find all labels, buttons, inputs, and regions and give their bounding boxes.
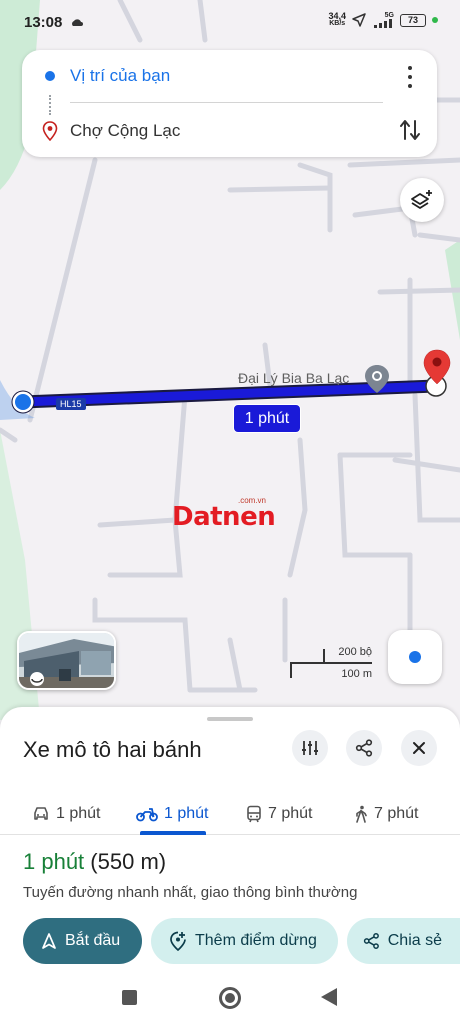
summary-distance: (550 m) xyxy=(90,849,167,874)
location-arrow-icon xyxy=(352,13,366,27)
destination-pin-icon[interactable] xyxy=(423,348,451,400)
motorbike-icon xyxy=(136,808,158,822)
route-duration-chip[interactable]: 1 phút xyxy=(233,404,301,433)
tab-motorbike-label: 1 phút xyxy=(164,805,209,822)
swap-icon[interactable] xyxy=(399,118,421,142)
add-location-icon xyxy=(170,931,186,951)
status-time: 13:08 xyxy=(24,13,63,31)
poi-marker-icon[interactable] xyxy=(364,364,390,394)
share-icon xyxy=(363,932,379,950)
cloud-icon xyxy=(72,18,84,26)
tab-walk[interactable]: 7 phút xyxy=(354,793,418,835)
share-icon xyxy=(355,739,373,757)
destination-field[interactable]: Chợ Cộng Lạc xyxy=(70,121,180,141)
network-type: 5G xyxy=(384,12,394,19)
sheet-drag-handle[interactable] xyxy=(207,717,253,721)
layers-icon xyxy=(411,190,432,209)
scale-top-label: 200 bộ xyxy=(338,646,372,658)
tab-transit[interactable]: 7 phút xyxy=(246,793,312,835)
tune-icon xyxy=(302,741,318,755)
battery-icon: 73 xyxy=(400,13,426,27)
share-route-button[interactable]: Chia sẻ xyxy=(347,918,460,964)
more-options-icon[interactable] xyxy=(403,66,417,88)
tab-motorbike[interactable]: 1 phút xyxy=(136,793,208,835)
navigation-arrow-icon xyxy=(42,933,56,949)
tab-transit-label: 7 phút xyxy=(268,805,313,822)
origin-marker xyxy=(11,390,35,414)
home-button[interactable] xyxy=(219,987,241,1009)
route-summary: 1 phút (550 m) xyxy=(23,849,166,875)
watermark-text: Datnen xyxy=(172,502,276,532)
route-card: Vị trí của bạn Chợ Cộng Lạc xyxy=(22,50,437,157)
car-icon xyxy=(34,807,48,820)
start-button[interactable]: Bắt đầu xyxy=(23,918,142,964)
net-speed: 34,4 xyxy=(328,11,346,21)
privacy-indicator xyxy=(432,17,438,23)
back-button[interactable] xyxy=(321,988,337,1006)
status-icons: 34,4 KB/s 5G 73 xyxy=(328,12,438,28)
summary-time: 1 phút xyxy=(23,849,85,874)
tab-car-label: 1 phút xyxy=(56,805,101,822)
location-dot-icon xyxy=(409,651,421,663)
destination-row[interactable]: Chợ Cộng Lạc xyxy=(22,105,437,157)
tab-walk-label: 7 phút xyxy=(374,805,419,822)
sheet-title: Xe mô tô hai bánh xyxy=(23,737,202,762)
signal-icon xyxy=(374,19,392,28)
share-route-label: Chia sẻ xyxy=(387,932,442,949)
status-bar: 13:08 34,4 KB/s 5G 73 xyxy=(0,0,460,44)
my-location-button[interactable] xyxy=(388,630,442,684)
layers-button[interactable] xyxy=(400,178,444,222)
route-divider xyxy=(70,102,383,103)
net-unit: KB/s xyxy=(329,20,346,27)
add-stop-button[interactable]: Thêm điểm dừng xyxy=(151,918,338,964)
tab-car[interactable]: 1 phút xyxy=(32,793,100,835)
travel-mode-tabs: 1 phút 1 phút 7 phút 7 phút xyxy=(0,793,460,835)
system-nav-bar xyxy=(0,975,460,1020)
walk-icon xyxy=(356,805,367,823)
origin-field[interactable]: Vị trí của bạn xyxy=(70,66,170,86)
active-tab-indicator xyxy=(140,831,206,835)
poi-label[interactable]: Đại Lý Bia Ba Lạc xyxy=(238,370,349,386)
route-options-button[interactable] xyxy=(292,730,328,766)
road-label: HL15 xyxy=(56,398,86,410)
destination-pin-outline-icon xyxy=(42,121,58,141)
close-button[interactable] xyxy=(401,730,437,766)
battery-level: 73 xyxy=(407,15,418,25)
add-stop-label: Thêm điểm dừng xyxy=(195,932,317,949)
close-icon xyxy=(413,742,425,754)
street-view-thumbnail[interactable] xyxy=(17,631,116,690)
recents-button[interactable] xyxy=(122,990,137,1005)
watermark-logo: .com.vn Datnen xyxy=(172,496,292,536)
route-description: Tuyến đường nhanh nhất, giao thông bình … xyxy=(23,884,358,901)
transit-icon xyxy=(247,805,261,823)
origin-dot-icon xyxy=(45,71,55,81)
origin-row[interactable]: Vị trí của bạn xyxy=(22,50,437,102)
start-button-label: Bắt đầu xyxy=(65,932,121,949)
scale-bottom-label: 100 m xyxy=(341,668,372,680)
share-button[interactable] xyxy=(346,730,382,766)
action-buttons: Bắt đầu Thêm điểm dừng Chia sẻ xyxy=(0,918,460,964)
map-scale: 200 bộ 100 m xyxy=(290,644,372,682)
